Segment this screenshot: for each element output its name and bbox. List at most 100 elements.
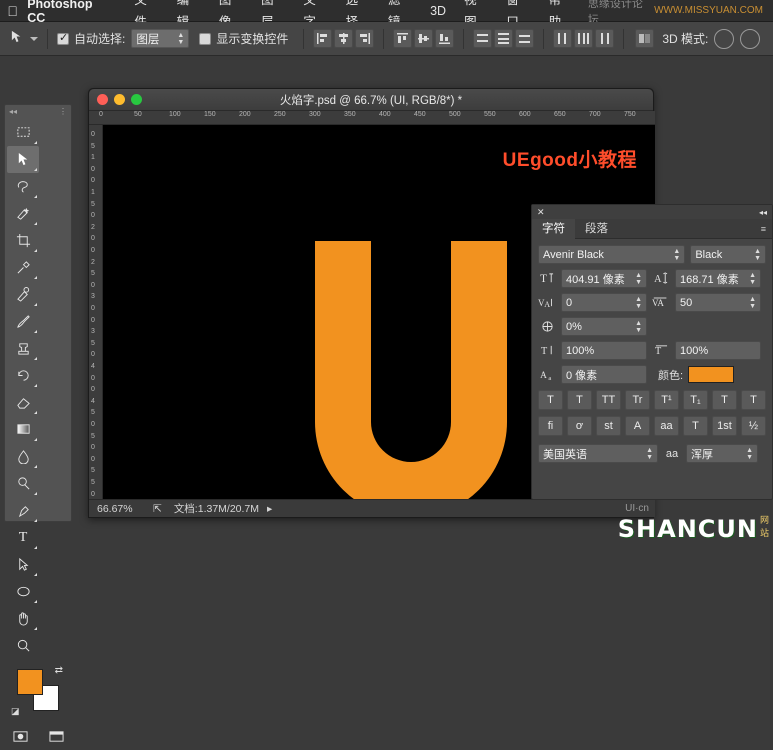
share-icon[interactable]: ⇱ <box>153 503 162 515</box>
titling-alternates-button[interactable]: T <box>683 416 708 436</box>
collapse-icon[interactable]: ◂◂ <box>9 107 17 116</box>
discretionary-ligatures-button[interactable]: st <box>596 416 621 436</box>
auto-select-scope-dropdown[interactable]: 图层 ▲▼ <box>131 29 189 48</box>
tool-crop[interactable] <box>7 227 39 254</box>
tool-pen[interactable] <box>7 497 39 524</box>
ruler-tick: 1 <box>91 154 95 161</box>
antialias-dropdown[interactable]: 浑厚 ▲▼ <box>686 444 758 463</box>
auto-select-checkbox[interactable] <box>57 33 69 45</box>
tools-panel-handle[interactable]: ◂◂⋮ <box>5 105 71 117</box>
tool-rectangular-marquee[interactable] <box>7 119 39 146</box>
distribute-top-edges-button[interactable] <box>473 29 492 48</box>
align-horizontal-centers-button[interactable] <box>334 29 353 48</box>
distribute-horizontal-centers-button[interactable] <box>574 29 593 48</box>
distribute-left-edges-button[interactable] <box>553 29 572 48</box>
distribute-vertical-centers-button[interactable] <box>494 29 513 48</box>
apple-menu-icon[interactable]:  <box>0 3 25 19</box>
tool-zoom[interactable] <box>7 632 39 659</box>
stylistic-alternates-button[interactable]: aa <box>654 416 679 436</box>
tool-spot-healing-brush[interactable] <box>7 281 39 308</box>
standard-ligatures-button[interactable]: fi <box>538 416 563 436</box>
leading-value: 168.71 像素 <box>680 271 739 287</box>
show-transform-controls-checkbox[interactable] <box>199 33 211 45</box>
all-caps-button[interactable]: TT <box>596 390 621 410</box>
font-style-dropdown[interactable]: Black ▲▼ <box>690 245 766 264</box>
tool-history-brush[interactable] <box>7 362 39 389</box>
distribute-right-edges-button[interactable] <box>595 29 614 48</box>
tool-clone-stamp[interactable] <box>7 335 39 362</box>
3d-pan-icon[interactable] <box>740 29 760 49</box>
swash-button[interactable]: A <box>625 416 650 436</box>
ordinals-button[interactable]: 1st <box>712 416 737 436</box>
ruler-tick: 650 <box>554 111 566 118</box>
align-vertical-centers-button[interactable] <box>414 29 433 48</box>
align-right-edges-button[interactable] <box>355 29 374 48</box>
zoom-level[interactable]: 66.67% <box>89 503 153 515</box>
ruler-tick: 5 <box>91 340 95 347</box>
ruler-tick: 600 <box>519 111 531 118</box>
font-size-field[interactable]: 404.91 像素 ▲▼ <box>561 269 647 288</box>
strikethrough-button[interactable]: T <box>741 390 766 410</box>
vertical-scale-field[interactable]: 100% <box>561 341 647 360</box>
tool-move[interactable] <box>7 146 39 173</box>
kerning-field[interactable]: 0 ▲▼ <box>561 293 647 312</box>
ruler-tick: 5 <box>91 479 95 486</box>
contextual-alternates-button[interactable]: ơ <box>567 416 592 436</box>
language-dropdown[interactable]: 美国英语 ▲▼ <box>538 444 658 463</box>
screen-mode-button[interactable] <box>41 723 71 750</box>
align-left-edges-button[interactable] <box>313 29 332 48</box>
fractions-button[interactable]: ½ <box>741 416 766 436</box>
tool-quick-selection[interactable] <box>7 200 39 227</box>
distribute-bottom-edges-button[interactable] <box>515 29 534 48</box>
vertical-ruler: 05100150200250300350400450500550 <box>89 125 103 501</box>
tab-paragraph[interactable]: 段落 <box>575 219 618 239</box>
faux-bold-button[interactable]: T <box>538 390 563 410</box>
quick-mask-button[interactable] <box>5 723 35 750</box>
align-top-edges-button[interactable] <box>393 29 412 48</box>
foreground-color-swatch[interactable] <box>17 669 43 695</box>
tab-character[interactable]: 字符 <box>532 219 575 239</box>
tool-path-selection[interactable] <box>7 551 39 578</box>
faux-italic-button[interactable]: T <box>567 390 592 410</box>
horizontal-scale-field[interactable]: 100% <box>675 341 761 360</box>
divider <box>543 29 544 49</box>
status-arrow-icon[interactable]: ▸ <box>259 503 272 515</box>
chevron-down-icon[interactable] <box>30 37 38 41</box>
underline-button[interactable]: T <box>712 390 737 410</box>
ruler-tick: 300 <box>309 111 321 118</box>
collapse-icon[interactable]: ◂◂ <box>759 208 767 217</box>
tool-lasso[interactable] <box>7 173 39 200</box>
current-tool-indicator[interactable] <box>0 29 38 48</box>
tracking-field[interactable]: 50 ▲▼ <box>675 293 761 312</box>
tool-hand[interactable] <box>7 605 39 632</box>
leading-field[interactable]: 168.71 像素 ▲▼ <box>675 269 761 288</box>
text-color-swatch[interactable] <box>688 366 734 383</box>
panel-menu-icon[interactable]: ≡ <box>761 224 772 234</box>
tool-eraser[interactable] <box>7 389 39 416</box>
svg-text:T: T <box>541 346 548 357</box>
tool-ellipse-shape[interactable] <box>7 578 39 605</box>
close-icon[interactable]: ✕ <box>537 207 545 218</box>
chevron-updown-icon: ▲▼ <box>745 272 756 286</box>
align-bottom-edges-button[interactable] <box>435 29 454 48</box>
3d-orbit-icon[interactable] <box>714 29 734 49</box>
tool-dodge[interactable] <box>7 470 39 497</box>
tool-eyedropper[interactable] <box>7 254 39 281</box>
menu-item-3d[interactable]: 3D <box>421 0 455 22</box>
document-title-bar[interactable]: 火焰字.psd @ 66.7% (UI, RGB/8*) * <box>89 89 653 111</box>
chevron-updown-icon: ▲▼ <box>669 248 680 262</box>
subscript-button[interactable]: T₁ <box>683 390 708 410</box>
character-panel-header[interactable]: ✕ ◂◂ <box>532 205 772 219</box>
tool-blur[interactable] <box>7 443 39 470</box>
swap-colors-icon[interactable]: ⇄ <box>55 665 63 676</box>
baseline-shift-field[interactable]: 0 像素 <box>561 365 647 384</box>
percent-field[interactable]: 0% ▲▼ <box>561 317 647 336</box>
tool-type[interactable]: T <box>7 524 39 551</box>
auto-align-layers-button[interactable] <box>635 29 654 48</box>
font-family-dropdown[interactable]: Avenir Black ▲▼ <box>538 245 685 264</box>
default-colors-icon[interactable]: ◪ <box>11 706 20 717</box>
tool-brush[interactable] <box>7 308 39 335</box>
small-caps-button[interactable]: Tr <box>625 390 650 410</box>
tool-gradient[interactable] <box>7 416 39 443</box>
superscript-button[interactable]: T¹ <box>654 390 679 410</box>
